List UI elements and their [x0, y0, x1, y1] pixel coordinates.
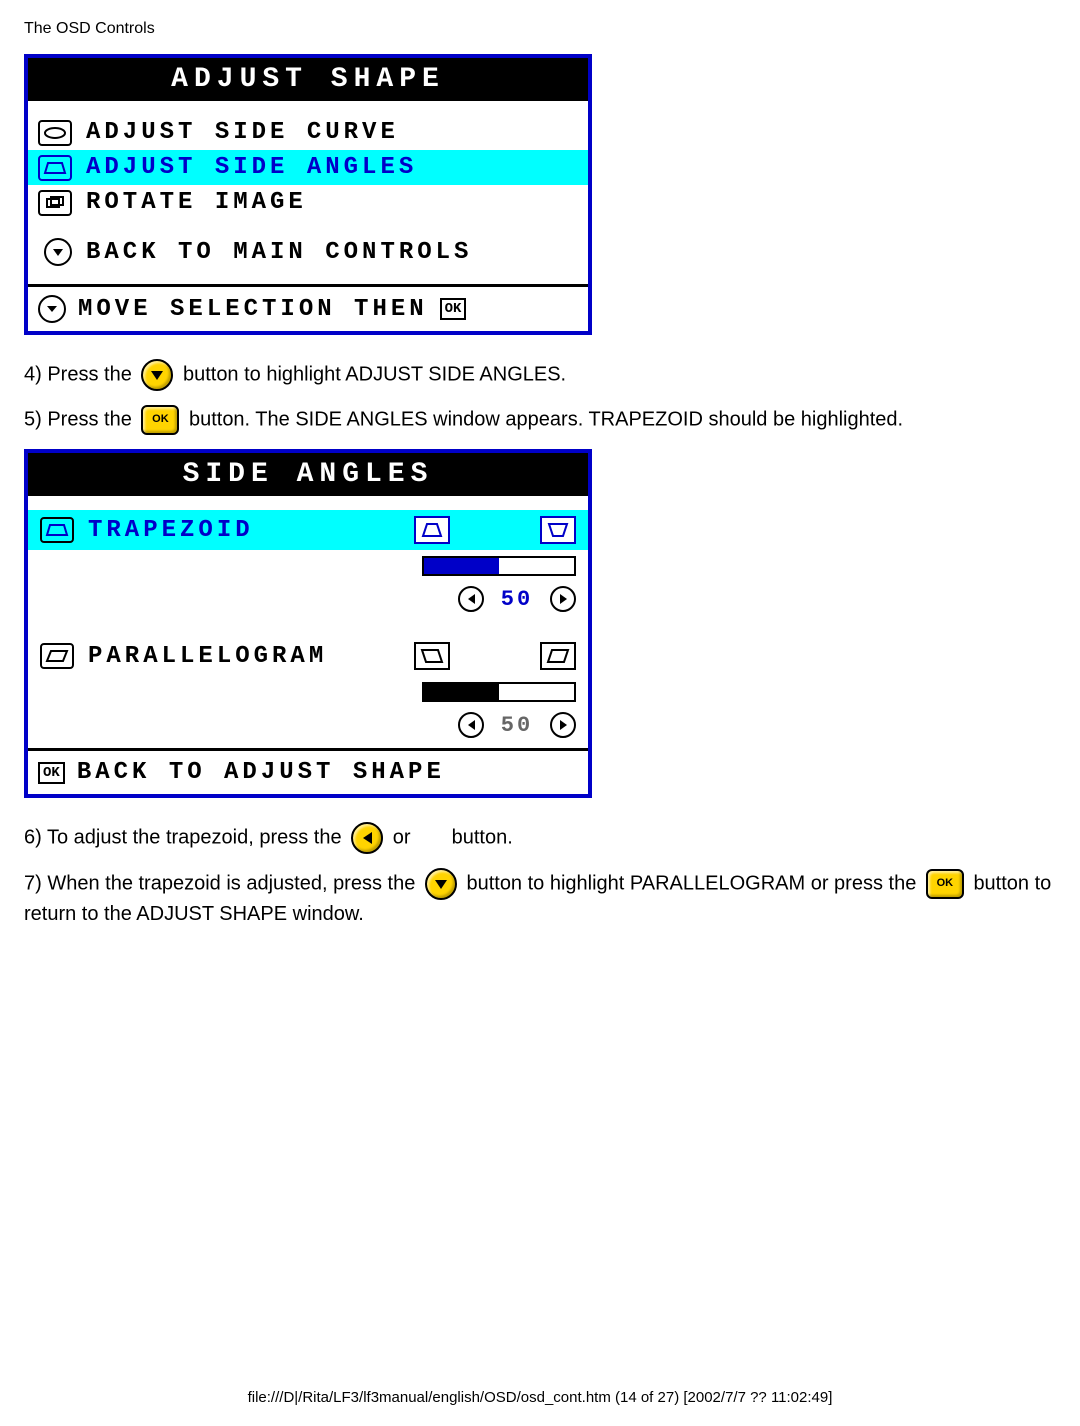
- step-4: 4) Press the button to highlight ADJUST …: [24, 359, 1056, 391]
- osd-footer-side-angles: OK BACK TO ADJUST SHAPE: [28, 748, 588, 794]
- menu-label: BACK TO MAIN CONTROLS: [86, 239, 472, 266]
- ok-box-icon: OK: [38, 762, 65, 784]
- trap-narrow-icon: [414, 516, 450, 544]
- para-decrease-button[interactable]: [458, 712, 484, 738]
- step6-suffix: button.: [452, 826, 513, 848]
- footer-text: MOVE SELECTION THEN: [78, 296, 428, 323]
- ok-button-icon: OK: [141, 405, 179, 435]
- row-label: TRAPEZOID: [88, 517, 254, 544]
- menu-item-rotate-image[interactable]: ROTATE IMAGE: [28, 185, 588, 220]
- slider-para-controls: 50: [28, 712, 588, 748]
- page-header: The OSD Controls: [24, 20, 1056, 38]
- step4-suffix: button to highlight ADJUST SIDE ANGLES.: [183, 363, 566, 385]
- para-left-icon: [414, 642, 450, 670]
- slider-trap-controls: 50: [28, 586, 588, 622]
- up-down-icon: [38, 295, 66, 323]
- step6-prefix: 6) To adjust the trapezoid, press the: [24, 826, 347, 848]
- osd-side-angles: SIDE ANGLES TRAPEZOID 50: [24, 449, 592, 798]
- step5-prefix: 5) Press the: [24, 408, 137, 430]
- trapezoid-icon: [38, 155, 72, 181]
- trap-decrease-button[interactable]: [458, 586, 484, 612]
- row-label: PARALLELOGRAM: [88, 643, 327, 670]
- step7-mid: button to highlight PARALLELOGRAM or pre…: [466, 872, 921, 894]
- slider-trapezoid: [28, 550, 588, 586]
- menu-item-adjust-side-curve[interactable]: ADJUST SIDE CURVE: [28, 115, 588, 150]
- trap-wide-icon: [540, 516, 576, 544]
- trapezoid-icon: [40, 517, 74, 543]
- osd-title-adjust-shape: ADJUST SHAPE: [28, 58, 588, 101]
- rotate-icon: [38, 190, 72, 216]
- menu-label: ADJUST SIDE ANGLES: [86, 154, 417, 181]
- left-arrow-button-icon: [351, 822, 383, 854]
- parallelogram-icon: [40, 643, 74, 669]
- step4-prefix: 4) Press the: [24, 363, 137, 385]
- step7-prefix: 7) When the trapezoid is adjusted, press…: [24, 872, 421, 894]
- para-right-icon: [540, 642, 576, 670]
- para-value: 50: [494, 713, 540, 738]
- step-5: 5) Press the OK button. The SIDE ANGLES …: [24, 405, 1056, 435]
- menu-label: ROTATE IMAGE: [86, 189, 307, 216]
- trap-bar: [422, 556, 576, 576]
- osd-footer-adjust-shape: MOVE SELECTION THEN OK: [28, 284, 588, 331]
- back-circle-icon: [44, 238, 72, 266]
- step-6: 6) To adjust the trapezoid, press the or…: [24, 822, 1056, 854]
- footer-text: BACK TO ADJUST SHAPE: [77, 759, 445, 786]
- para-increase-button[interactable]: [550, 712, 576, 738]
- ok-box-icon: OK: [440, 298, 467, 320]
- down-arrow-button-icon: [425, 868, 457, 900]
- ok-button-icon: OK: [926, 869, 964, 899]
- para-bar: [422, 682, 576, 702]
- osd-title-side-angles: SIDE ANGLES: [28, 453, 588, 496]
- slider-parallelogram: [28, 676, 588, 712]
- row-trapezoid[interactable]: TRAPEZOID: [28, 510, 588, 550]
- step5-suffix: button. The SIDE ANGLES window appears. …: [189, 408, 903, 430]
- menu-item-adjust-side-angles[interactable]: ADJUST SIDE ANGLES: [28, 150, 588, 185]
- trap-bar-fill: [424, 558, 499, 574]
- step-7: 7) When the trapezoid is adjusted, press…: [24, 868, 1056, 929]
- footer-path: file:///D|/Rita/LF3/lf3manual/english/OS…: [24, 1389, 1056, 1406]
- side-curve-icon: [38, 120, 72, 146]
- menu-label: ADJUST SIDE CURVE: [86, 119, 399, 146]
- osd-adjust-shape: ADJUST SHAPE ADJUST SIDE CURVE ADJUST SI…: [24, 54, 592, 335]
- row-parallelogram[interactable]: PARALLELOGRAM: [28, 636, 588, 676]
- down-arrow-button-icon: [141, 359, 173, 391]
- trap-value: 50: [494, 587, 540, 612]
- step6-mid: or: [393, 826, 416, 848]
- trap-increase-button[interactable]: [550, 586, 576, 612]
- menu-item-back-main[interactable]: BACK TO MAIN CONTROLS: [28, 234, 588, 270]
- para-bar-fill: [424, 684, 499, 700]
